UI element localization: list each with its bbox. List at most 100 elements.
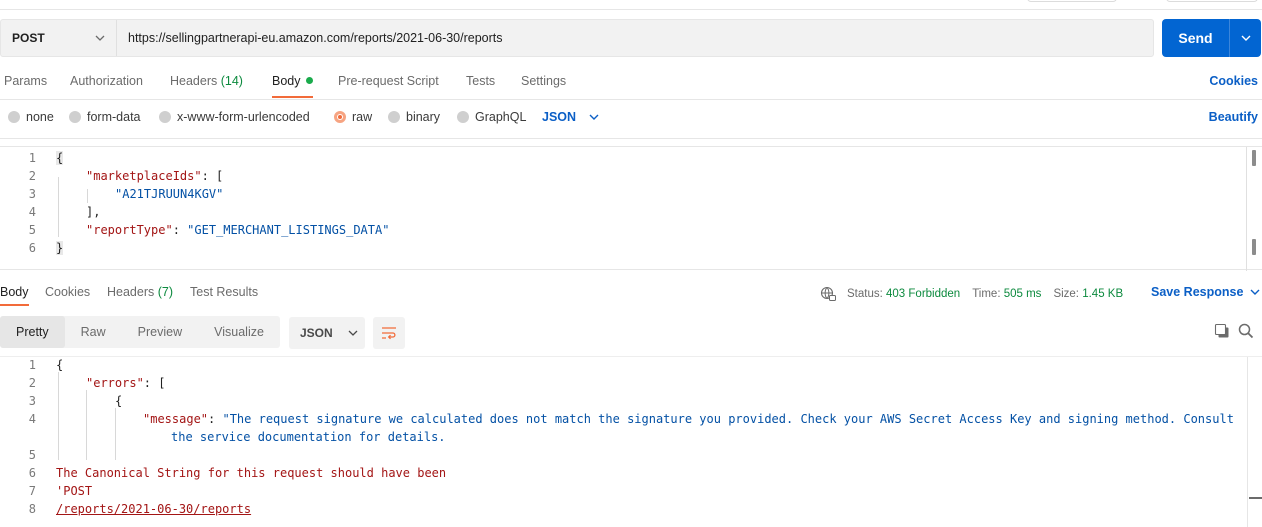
code-line: 'POST [56, 484, 93, 498]
search-button[interactable] [1238, 323, 1254, 342]
status-value[interactable]: 403 Forbidden [886, 288, 960, 300]
radio-urlencoded[interactable]: x-www-form-urlencoded [159, 110, 310, 124]
radio-binary[interactable]: binary [388, 110, 440, 124]
tab-authorization[interactable]: Authorization [70, 66, 143, 98]
copy-icon [1214, 323, 1229, 338]
size-label: Size: [1053, 288, 1080, 300]
code-line: ], [86, 205, 100, 219]
cookies-link[interactable]: Cookies [1209, 74, 1258, 88]
tab-response-cookies-label: Cookies [45, 285, 91, 299]
send-options-button[interactable] [1230, 19, 1261, 57]
radio-raw[interactable]: raw [334, 110, 372, 124]
line-number: 4 [28, 205, 36, 219]
wrap-lines-button[interactable] [373, 317, 405, 349]
radio-circle [159, 111, 171, 123]
response-body-viewer[interactable]: 1 2 3 4 5 6 7 8 { "errors": [ { "message… [0, 357, 1262, 527]
code-key: "errors" [86, 376, 144, 390]
radio-raw-label: raw [352, 110, 373, 124]
response-status-bar: Status: 403 Forbidden Time: 505 ms Size:… [820, 286, 1123, 302]
tab-body[interactable]: Body [272, 66, 313, 98]
radio-none-label: none [26, 110, 54, 124]
radio-none[interactable]: none [8, 110, 54, 124]
line-number: 5 [28, 223, 36, 237]
top-toolbar-button[interactable] [1166, 0, 1258, 2]
code-line: the service documentation for details. [171, 430, 446, 444]
response-headers-count-badge: (7) [157, 285, 174, 299]
save-response-button[interactable]: Save Response [1151, 285, 1261, 299]
headers-count-badge: (14) [220, 74, 243, 88]
tab-headers[interactable]: Headers (14) [170, 66, 243, 98]
code-token: } [56, 241, 64, 255]
tab-response-body[interactable]: Body [0, 280, 29, 306]
radio-form-data[interactable]: form-data [69, 110, 141, 124]
code-token: : [172, 223, 188, 237]
globe-icon[interactable] [820, 286, 836, 302]
chevron-down-icon [95, 35, 105, 41]
radio-circle [8, 111, 20, 123]
size-value[interactable]: 1.45 KB [1082, 288, 1123, 300]
code-line: "reportType": "GET_MERCHANT_LISTINGS_DAT… [86, 223, 389, 237]
request-body-editor[interactable]: 1 2 3 4 5 6 { "marketplaceIds": [ "A21TJ… [0, 146, 1262, 271]
line-number: 1 [28, 358, 36, 372]
tabs-divider [0, 99, 1262, 100]
wrap-lines-icon [382, 327, 396, 340]
code-token: : [ [143, 376, 166, 390]
line-number: 8 [28, 502, 36, 516]
body-language-select[interactable]: JSON [542, 110, 600, 124]
line-number: 6 [28, 466, 36, 480]
search-icon [1238, 323, 1254, 339]
editor-scrollbar-thumb[interactable] [1252, 239, 1256, 255]
view-raw-button[interactable]: Raw [65, 316, 122, 348]
radio-graphql-label: GraphQL [475, 110, 527, 124]
method-select[interactable]: POST [1, 20, 117, 56]
time-value[interactable]: 505 ms [1004, 288, 1042, 300]
code-token: ], [86, 205, 101, 219]
view-preview-button[interactable]: Preview [122, 316, 198, 348]
tab-tests-label: Tests [466, 74, 496, 88]
radio-circle [388, 111, 400, 123]
code-key: "message" [143, 412, 209, 426]
view-visualize-button[interactable]: Visualize [198, 316, 280, 348]
tab-settings[interactable]: Settings [521, 66, 566, 98]
radio-graphql[interactable]: GraphQL [457, 110, 526, 124]
url-text: https://sellingpartnerapi-eu.amazon.com/… [128, 31, 503, 45]
viewer-scroll-track [1247, 357, 1248, 527]
response-format-select[interactable]: JSON [289, 317, 365, 349]
indent-guide [58, 372, 59, 460]
view-pretty-button[interactable]: Pretty [0, 316, 65, 348]
editor-scrollbar-thumb[interactable] [1252, 150, 1256, 166]
code-line: The Canonical String for this request sh… [56, 466, 447, 480]
top-toolbar-strip [0, 0, 1262, 10]
status-label: Status: [847, 288, 883, 300]
radio-circle [69, 111, 81, 123]
code-line: "A21TJRUUN4KGV" [115, 187, 223, 201]
copy-button[interactable] [1214, 323, 1230, 342]
indent-guide [87, 189, 88, 203]
tab-test-results[interactable]: Test Results [190, 280, 258, 306]
tab-pre-request-script[interactable]: Pre-request Script [338, 66, 439, 98]
code-line: "message": "The request signature we cal… [143, 412, 1234, 426]
editor-scroll-track [1246, 147, 1247, 271]
send-button[interactable]: Send [1162, 19, 1229, 57]
radio-binary-label: binary [406, 110, 441, 124]
radio-form-data-label: form-data [87, 110, 141, 124]
code-line: "errors": [ [86, 376, 165, 390]
line-number: 4 [28, 412, 36, 426]
body-indicator-dot [305, 77, 313, 84]
tab-tests[interactable]: Tests [466, 66, 495, 98]
radio-urlencoded-label: x-www-form-urlencoded [177, 110, 310, 124]
chevron-down-icon [348, 330, 358, 336]
url-input[interactable]: https://sellingpartnerapi-eu.amazon.com/… [117, 20, 1153, 56]
code-token: { [115, 394, 123, 408]
code-line: { [115, 394, 122, 408]
save-response-label: Save Response [1151, 285, 1244, 299]
indent-guide [86, 390, 87, 460]
tab-params[interactable]: Params [4, 66, 47, 98]
top-toolbar-button[interactable] [1027, 0, 1117, 2]
tab-response-cookies[interactable]: Cookies [45, 280, 90, 306]
beautify-link[interactable]: Beautify [1209, 110, 1258, 124]
code-string: "A21TJRUUN4KGV" [115, 187, 224, 201]
line-number: 3 [28, 187, 36, 201]
viewer-scrollbar-thumb[interactable] [1249, 497, 1262, 499]
tab-response-headers[interactable]: Headers (7) [107, 280, 173, 306]
